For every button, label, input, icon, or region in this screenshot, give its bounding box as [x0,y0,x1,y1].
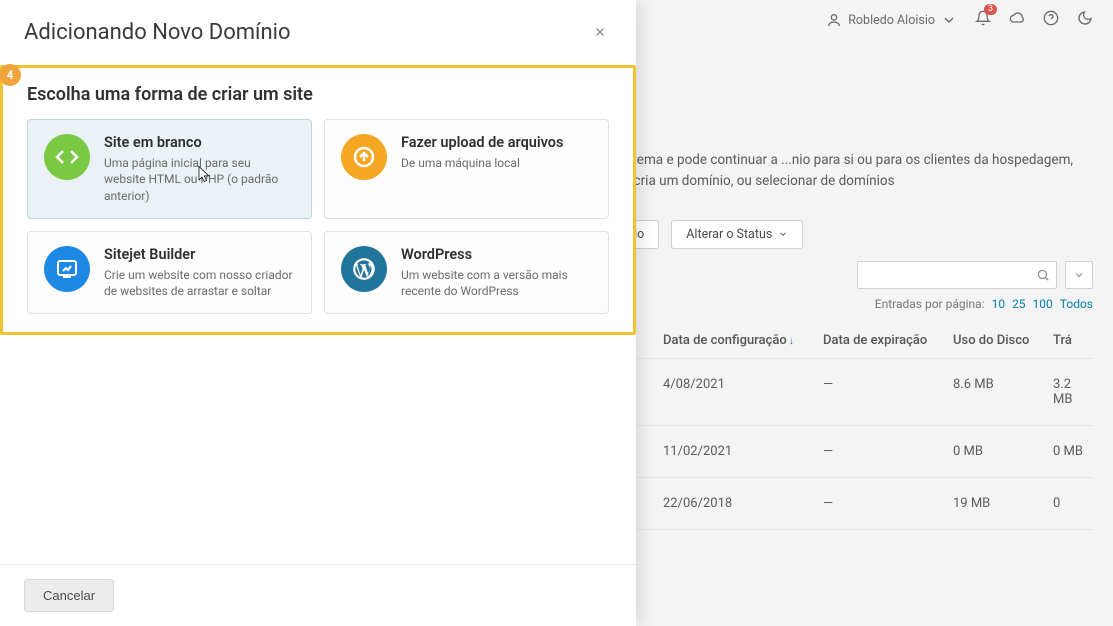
user-menu[interactable]: Robledo Aloisio [826,12,957,28]
search-filter-dropdown[interactable] [1065,261,1093,289]
wordpress-icon [341,246,387,292]
col-traffic[interactable]: Trá [1043,323,1093,359]
search-icon [1036,268,1050,282]
modal-title: Adicionando Novo Domínio [24,20,291,45]
notifications-button[interactable]: 3 [975,10,991,30]
col-disk[interactable]: Uso do Disco [943,323,1043,359]
upload-icon [341,134,387,180]
moon-icon [1077,10,1093,26]
option-upload-files[interactable]: Fazer upload de arquivos De uma máquina … [324,119,609,219]
search-button[interactable] [1029,262,1056,288]
option-title: WordPress [401,246,592,264]
col-config-date[interactable]: Data de configuração↓ [653,323,813,359]
option-wordpress[interactable]: WordPress Um website com a versão mais r… [324,231,609,315]
change-status-label: Alterar o Status [686,227,772,242]
user-icon [826,12,842,28]
help-icon [1043,10,1059,26]
code-icon [44,134,90,180]
add-domain-modal: Adicionando Novo Domínio 4 Escolha uma f… [0,0,636,626]
user-name: Robledo Aloisio [848,13,935,28]
theme-button[interactable] [1077,10,1093,30]
col-expiry[interactable]: Data de expiração [813,323,943,359]
help-button[interactable] [1043,10,1059,30]
site-options-grid: Site em branco Uma página inicial para s… [27,119,609,314]
modal-footer: Cancelar [0,564,636,626]
option-desc: De uma máquina local [401,155,563,171]
chevron-down-icon [941,12,957,28]
change-status-button[interactable]: Alterar o Status [671,220,803,249]
pager-option[interactable]: 100 [1033,297,1053,311]
section-title: Escolha uma forma de criar um site [27,84,609,105]
close-icon [593,25,607,39]
option-desc: Uma página inicial para seu website HTML… [104,155,295,204]
option-sitejet-builder[interactable]: Sitejet Builder Crie um website com noss… [27,231,312,315]
highlighted-step: 4 Escolha uma forma de criar um site Sit… [0,65,636,335]
close-button[interactable] [588,20,612,44]
chevron-down-icon [1073,269,1085,281]
pager-option[interactable]: 25 [1012,297,1026,311]
cloud-button[interactable] [1009,10,1025,30]
option-title: Site em branco [104,134,295,152]
chevron-down-icon [778,229,788,239]
option-title: Sitejet Builder [104,246,295,264]
modal-header: Adicionando Novo Domínio [0,0,636,55]
pager-label: Entradas por página: [875,297,985,311]
search-box [857,261,1057,289]
cloud-icon [1009,10,1025,26]
option-desc: Um website com a versão mais recente do … [401,267,592,299]
modal-body: 4 Escolha uma forma de criar um site Sit… [0,55,636,564]
notification-badge: 3 [984,4,997,15]
step-badge: 4 [0,64,21,86]
sort-down-icon: ↓ [789,336,794,347]
option-blank-site[interactable]: Site em branco Uma página inicial para s… [27,119,312,219]
sitejet-icon [44,246,90,292]
option-desc: Crie um website com nosso criador de web… [104,267,295,299]
pager-option[interactable]: 10 [992,297,1006,311]
cancel-button[interactable]: Cancelar [24,579,114,612]
option-title: Fazer upload de arquivos [401,134,563,152]
pager-option[interactable]: Todos [1060,297,1093,311]
search-input[interactable] [858,268,1029,282]
